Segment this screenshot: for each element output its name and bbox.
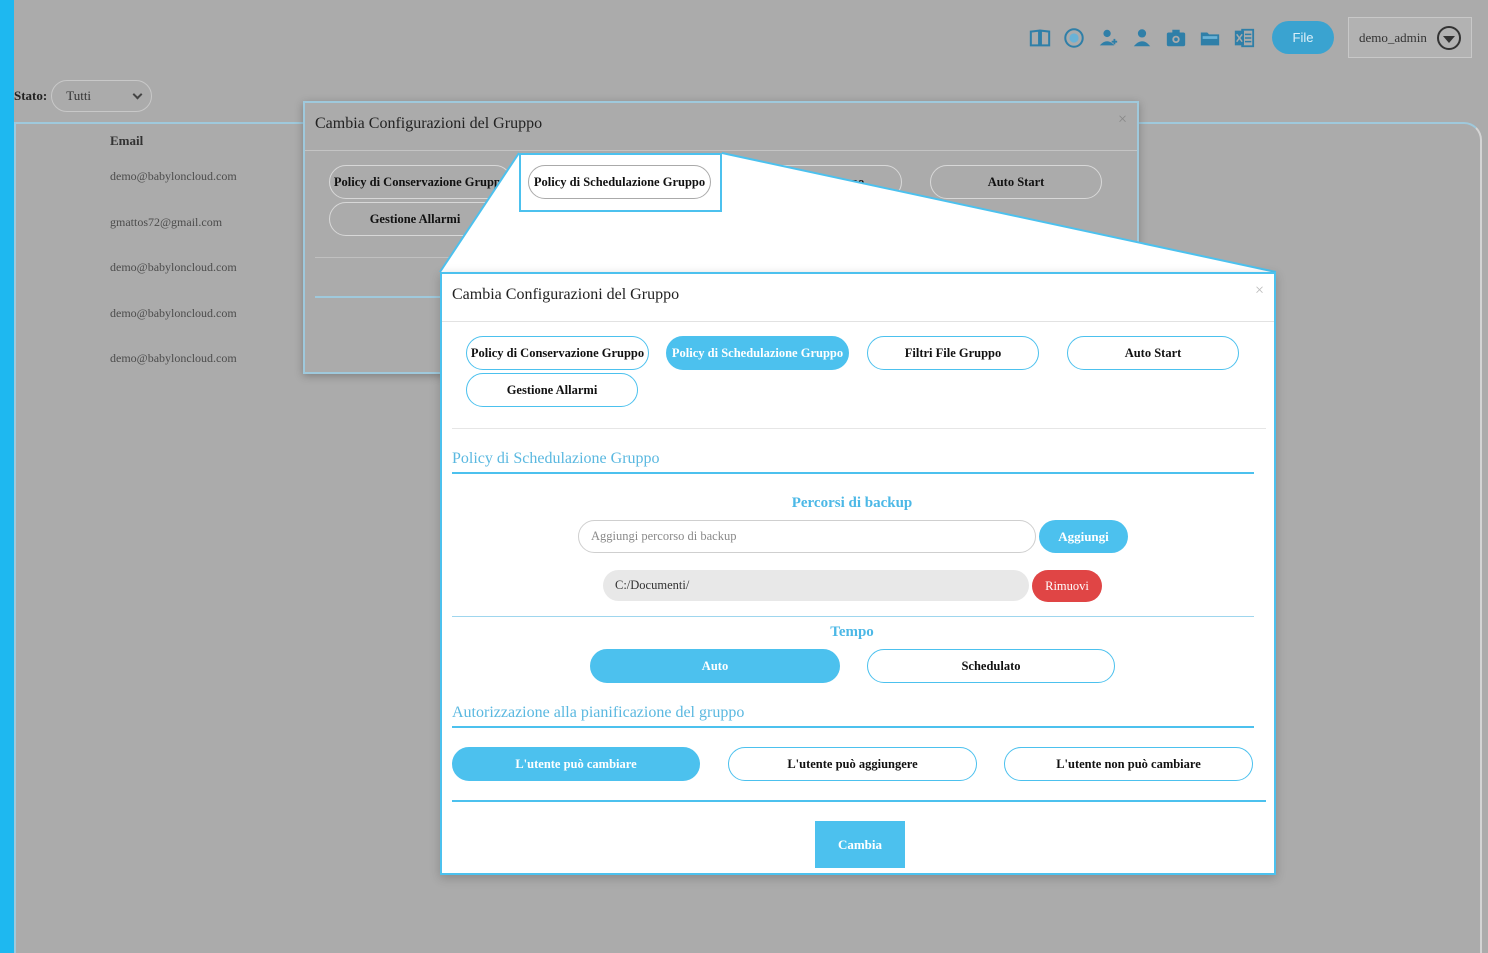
email-cell: demo@babyloncloud.com bbox=[110, 260, 237, 274]
globe-icon[interactable] bbox=[1062, 26, 1086, 50]
tempo-auto-button[interactable]: Auto bbox=[590, 649, 840, 683]
add-path-button[interactable]: Aggiungi bbox=[1039, 520, 1128, 553]
close-icon[interactable]: × bbox=[1118, 111, 1127, 129]
divider bbox=[315, 257, 1131, 258]
divider bbox=[305, 150, 1137, 151]
tab-conservation-policy[interactable]: Policy di Conservazione Gruppo bbox=[329, 165, 512, 199]
tab-scheduling-policy[interactable]: Policy di Schedulazione Gruppo bbox=[528, 165, 711, 199]
tab-alarm-management[interactable]: Gestione Allarmi bbox=[329, 202, 501, 236]
user-menu[interactable]: demo_admin bbox=[1348, 17, 1472, 58]
book-icon[interactable] bbox=[1028, 26, 1052, 50]
tab-conservation-policy[interactable]: Policy di Conservazione Gruppo bbox=[466, 336, 649, 370]
user-name: demo_admin bbox=[1359, 29, 1427, 45]
divider bbox=[452, 616, 1254, 617]
submit-button[interactable]: Cambia bbox=[815, 821, 905, 868]
remove-path-button[interactable]: Rimuovi bbox=[1032, 570, 1102, 602]
status-filter: Stato: Tutti bbox=[14, 80, 153, 112]
backup-path-input[interactable] bbox=[578, 520, 1036, 553]
tempo-title: Tempo bbox=[830, 624, 874, 640]
email-column-header: Email bbox=[110, 133, 144, 148]
tab-scheduling-policy[interactable]: Policy di Schedulazione Gruppo bbox=[666, 336, 849, 370]
spreadsheet-icon[interactable] bbox=[1232, 26, 1256, 50]
auth-user-can-change-button[interactable]: L'utente può cambiare bbox=[452, 747, 700, 781]
user-icon[interactable] bbox=[1130, 26, 1154, 50]
email-cell: demo@babyloncloud.com bbox=[110, 351, 237, 365]
section-underline bbox=[452, 726, 1254, 728]
section-underline bbox=[452, 472, 1254, 474]
section-title: Policy di Schedulazione Gruppo bbox=[452, 450, 660, 467]
tab-auto-start[interactable]: Auto Start bbox=[1067, 336, 1239, 370]
backup-path-item: C:/Documenti/ bbox=[603, 570, 1029, 601]
status-select-value: Tutti bbox=[66, 88, 92, 103]
tempo-scheduled-button[interactable]: Schedulato bbox=[867, 649, 1115, 683]
backup-paths-title: Percorsi di backup bbox=[791, 495, 913, 511]
email-cell: demo@babyloncloud.com bbox=[110, 169, 237, 183]
footer-divider bbox=[452, 800, 1266, 802]
status-filter-label: Stato: bbox=[14, 88, 48, 103]
email-cell: demo@babyloncloud.com bbox=[110, 305, 237, 320]
divider bbox=[442, 321, 1274, 322]
modal-title: Cambia Configurazioni del Gruppo bbox=[452, 286, 680, 303]
zoom-highlight: Policy di Schedulazione Gruppo bbox=[519, 153, 722, 212]
tab-file-filters[interactable]: Filtri File Gruppo bbox=[867, 336, 1039, 370]
accent-strip bbox=[0, 0, 14, 953]
folder-icon[interactable] bbox=[1198, 26, 1222, 50]
modal-title: Cambia Configurazioni del Gruppo bbox=[315, 115, 543, 132]
close-icon[interactable]: × bbox=[1255, 282, 1264, 300]
chevron-down-icon bbox=[132, 89, 143, 99]
file-button[interactable]: File bbox=[1272, 21, 1334, 54]
top-toolbar: File demo_admin bbox=[1028, 17, 1472, 58]
tab-file-filters[interactable]: Filtri File Gruppo bbox=[730, 165, 902, 199]
camera-icon[interactable] bbox=[1164, 26, 1188, 50]
authorization-title: Autorizzazione alla pianificazione del g… bbox=[452, 704, 745, 721]
tab-alarm-management[interactable]: Gestione Allarmi bbox=[466, 373, 638, 407]
tab-auto-start[interactable]: Auto Start bbox=[930, 165, 1102, 199]
auth-user-cannot-change-button[interactable]: L'utente non può cambiare bbox=[1004, 747, 1253, 781]
email-column: Email demo@babyloncloud.com gmattos72@gm… bbox=[110, 133, 237, 397]
chevron-down-icon[interactable] bbox=[1437, 25, 1461, 50]
divider bbox=[452, 428, 1266, 429]
email-cell: gmattos72@gmail.com bbox=[110, 214, 223, 229]
group-config-modal: Cambia Configurazioni del Gruppo × Polic… bbox=[440, 272, 1276, 875]
add-user-icon[interactable] bbox=[1096, 26, 1120, 50]
status-select[interactable]: Tutti bbox=[51, 80, 153, 112]
auth-user-can-add-button[interactable]: L'utente può aggiungere bbox=[728, 747, 977, 781]
